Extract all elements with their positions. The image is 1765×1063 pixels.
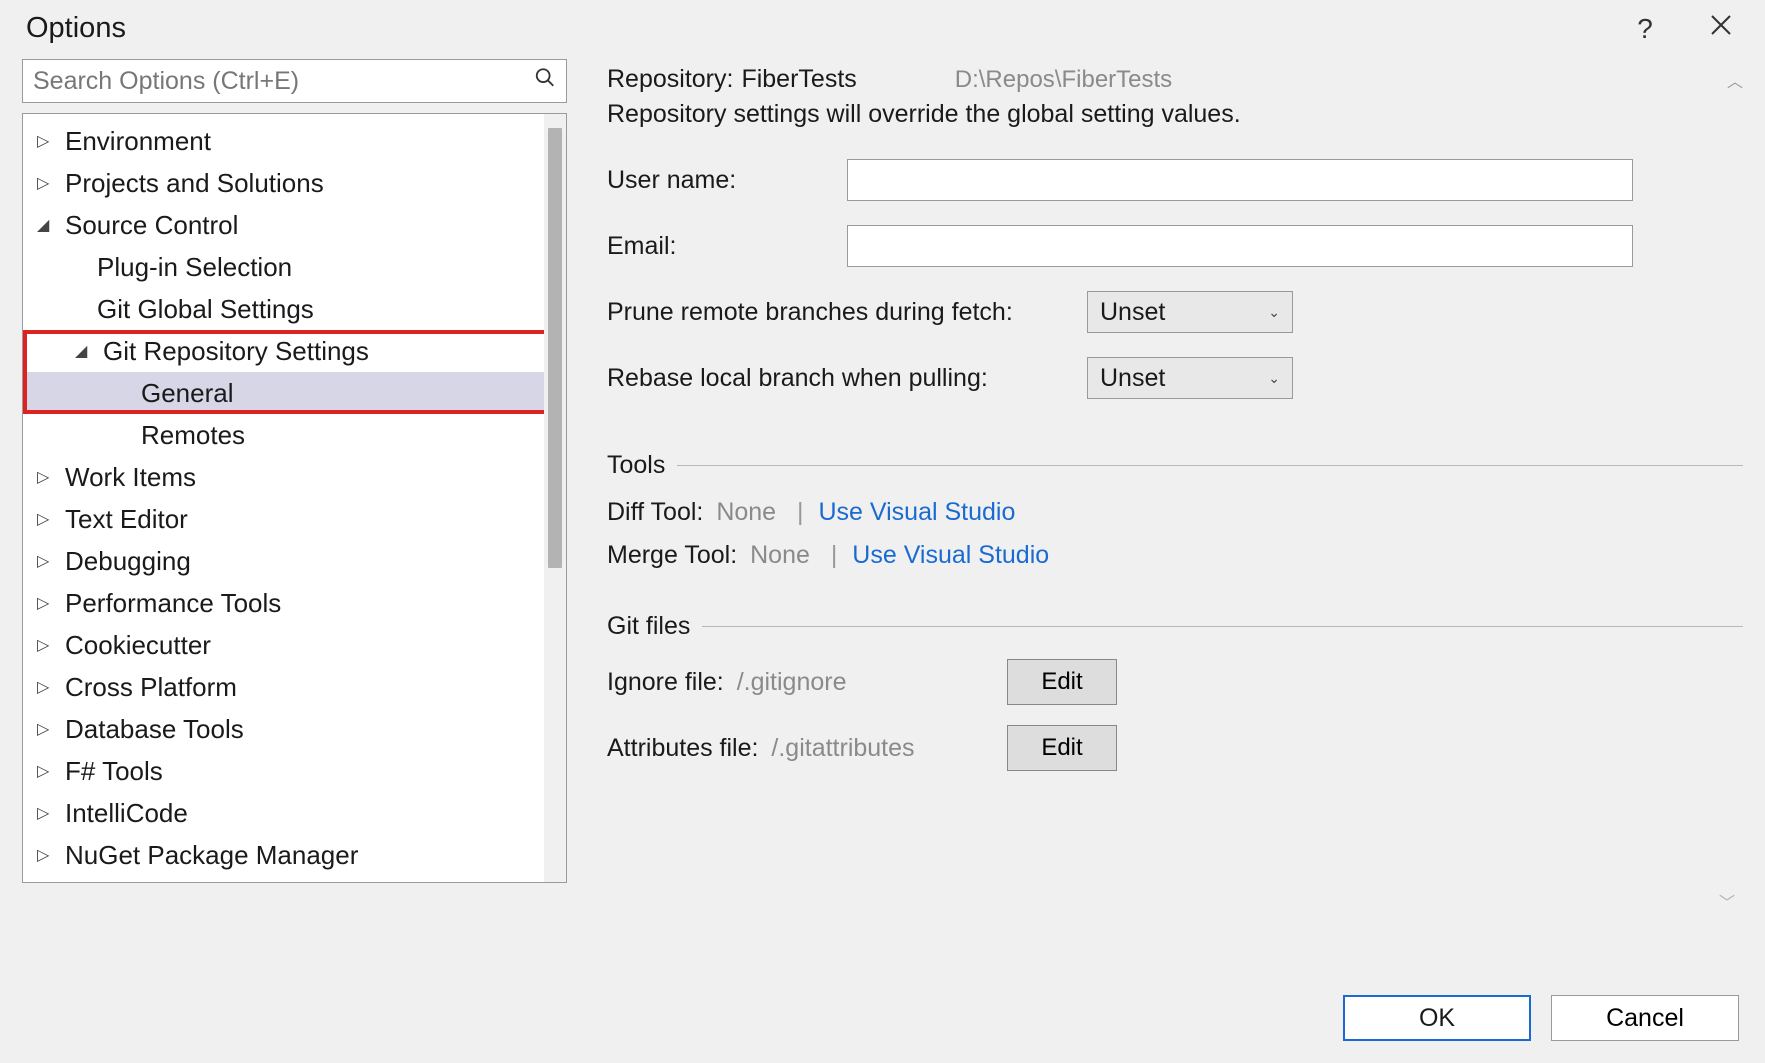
tree-label: IntelliCode bbox=[65, 798, 188, 829]
ignore-file-value: /.gitignore bbox=[737, 668, 847, 696]
tree-label: Git Global Settings bbox=[97, 294, 314, 325]
caret-right-icon: ▷ bbox=[37, 173, 57, 193]
caret-right-icon: ▷ bbox=[37, 761, 57, 781]
divider bbox=[677, 465, 1743, 466]
edit-attributes-button[interactable]: Edit bbox=[1007, 725, 1117, 771]
rebase-value: Unset bbox=[1100, 364, 1165, 393]
tree-item-environment[interactable]: ▷ Environment bbox=[23, 120, 566, 162]
chevron-down-icon: ⌄ bbox=[1268, 304, 1280, 321]
username-input[interactable] bbox=[847, 159, 1633, 201]
ignore-file-label: Ignore file: bbox=[607, 668, 724, 696]
tree-item-debugging[interactable]: ▷ Debugging bbox=[23, 540, 566, 582]
username-label: User name: bbox=[607, 166, 847, 195]
tree-label: Environment bbox=[65, 126, 211, 157]
email-label: Email: bbox=[607, 232, 847, 261]
tree-label: Text Editor bbox=[65, 504, 188, 535]
tree-item-source-control[interactable]: ◢ Source Control bbox=[23, 204, 566, 246]
tree-item-git-repo-settings[interactable]: ◢ Git Repository Settings bbox=[23, 330, 566, 372]
collapse-icon[interactable]: ︿ bbox=[1727, 68, 1743, 92]
tree-item-fsharp-tools[interactable]: ▷ F# Tools bbox=[23, 750, 566, 792]
merge-tool-value: None bbox=[750, 541, 810, 569]
tree-label: Projects and Solutions bbox=[65, 168, 324, 199]
separator: | bbox=[797, 498, 804, 526]
divider bbox=[702, 626, 1743, 627]
prune-select[interactable]: Unset ⌄ bbox=[1087, 291, 1293, 333]
caret-right-icon: ▷ bbox=[37, 845, 57, 865]
email-input[interactable] bbox=[847, 225, 1633, 267]
options-tree: ▷ Environment ▷ Projects and Solutions ◢ So… bbox=[22, 113, 567, 883]
repository-path: D:\Repos\FiberTests bbox=[955, 66, 1172, 94]
tree-item-general[interactable]: General bbox=[23, 372, 566, 414]
override-note: Repository settings will override the gl… bbox=[607, 100, 1743, 129]
window-title: Options bbox=[26, 12, 126, 45]
caret-right-icon: ▷ bbox=[37, 467, 57, 487]
tree-item-work-items[interactable]: ▷ Work Items bbox=[23, 456, 566, 498]
highlight-box: ◢ Git Repository Settings General bbox=[23, 330, 566, 414]
caret-right-icon: ▷ bbox=[37, 131, 57, 151]
tree-label: Database Tools bbox=[65, 714, 244, 745]
tree-scrollbar[interactable] bbox=[544, 114, 566, 882]
caret-right-icon: ▷ bbox=[37, 635, 57, 655]
caret-right-icon: ▷ bbox=[37, 677, 57, 697]
tools-header: Tools bbox=[607, 451, 665, 480]
tree-item-performance-tools[interactable]: ▷ Performance Tools bbox=[23, 582, 566, 624]
repository-label: Repository: bbox=[607, 65, 733, 94]
prune-label: Prune remote branches during fetch: bbox=[607, 298, 1087, 327]
tree-label: F# Tools bbox=[65, 756, 163, 787]
search-input[interactable] bbox=[33, 67, 556, 96]
caret-down-icon: ◢ bbox=[37, 215, 57, 235]
tree-label: Cross Platform bbox=[65, 672, 237, 703]
chevron-down-icon: ⌄ bbox=[1268, 370, 1280, 387]
caret-right-icon: ▷ bbox=[37, 719, 57, 739]
tree-item-plugin-selection[interactable]: Plug-in Selection bbox=[23, 246, 566, 288]
merge-use-vs-link[interactable]: Use Visual Studio bbox=[852, 541, 1049, 569]
attributes-file-value: /.gitattributes bbox=[771, 734, 914, 762]
attributes-file-label: Attributes file: bbox=[607, 734, 758, 762]
tree-item-text-editor[interactable]: ▷ Text Editor bbox=[23, 498, 566, 540]
rebase-label: Rebase local branch when pulling: bbox=[607, 364, 1087, 393]
tree-item-git-global[interactable]: Git Global Settings bbox=[23, 288, 566, 330]
tree-label: NuGet Package Manager bbox=[65, 840, 358, 871]
separator: | bbox=[831, 541, 838, 569]
tree-item-database-tools[interactable]: ▷ Database Tools bbox=[23, 708, 566, 750]
tree-label: Remotes bbox=[141, 420, 245, 451]
caret-right-icon: ▷ bbox=[37, 509, 57, 529]
rebase-select[interactable]: Unset ⌄ bbox=[1087, 357, 1293, 399]
expand-icon[interactable]: ﹀ bbox=[1719, 889, 1735, 913]
tree-item-remotes[interactable]: Remotes bbox=[23, 414, 566, 456]
tree-item-nuget[interactable]: ▷ NuGet Package Manager bbox=[23, 834, 566, 876]
diff-tool-label: Diff Tool: bbox=[607, 498, 703, 526]
scroll-thumb[interactable] bbox=[548, 128, 562, 568]
tree-label: Source Control bbox=[65, 210, 238, 241]
tree-label: Cookiecutter bbox=[65, 630, 211, 661]
caret-right-icon: ▷ bbox=[37, 551, 57, 571]
caret-right-icon: ▷ bbox=[37, 803, 57, 823]
search-options-box[interactable] bbox=[22, 59, 567, 103]
help-icon[interactable]: ? bbox=[1627, 13, 1663, 45]
tree-label: Performance Tools bbox=[65, 588, 281, 619]
diff-tool-value: None bbox=[716, 498, 776, 526]
merge-tool-label: Merge Tool: bbox=[607, 541, 737, 569]
diff-use-vs-link[interactable]: Use Visual Studio bbox=[818, 498, 1015, 526]
caret-right-icon: ▷ bbox=[37, 593, 57, 613]
tree-item-cookiecutter[interactable]: ▷ Cookiecutter bbox=[23, 624, 566, 666]
tree-label: Git Repository Settings bbox=[103, 336, 369, 367]
ok-button[interactable]: OK bbox=[1343, 995, 1531, 1041]
tree-label: Work Items bbox=[65, 462, 196, 493]
tree-item-projects[interactable]: ▷ Projects and Solutions bbox=[23, 162, 566, 204]
tree-label: Debugging bbox=[65, 546, 191, 577]
edit-ignore-button[interactable]: Edit bbox=[1007, 659, 1117, 705]
prune-value: Unset bbox=[1100, 298, 1165, 327]
tree-label: Plug-in Selection bbox=[97, 252, 292, 283]
gitfiles-header: Git files bbox=[607, 612, 690, 641]
cancel-button[interactable]: Cancel bbox=[1551, 995, 1739, 1041]
tree-item-cross-platform[interactable]: ▷ Cross Platform bbox=[23, 666, 566, 708]
caret-down-icon: ◢ bbox=[75, 341, 95, 361]
close-icon[interactable] bbox=[1703, 14, 1739, 43]
tree-item-intellicode[interactable]: ▷ IntelliCode bbox=[23, 792, 566, 834]
tree-label: General bbox=[141, 378, 234, 409]
search-icon bbox=[534, 67, 556, 96]
repository-name: FiberTests bbox=[741, 65, 856, 94]
